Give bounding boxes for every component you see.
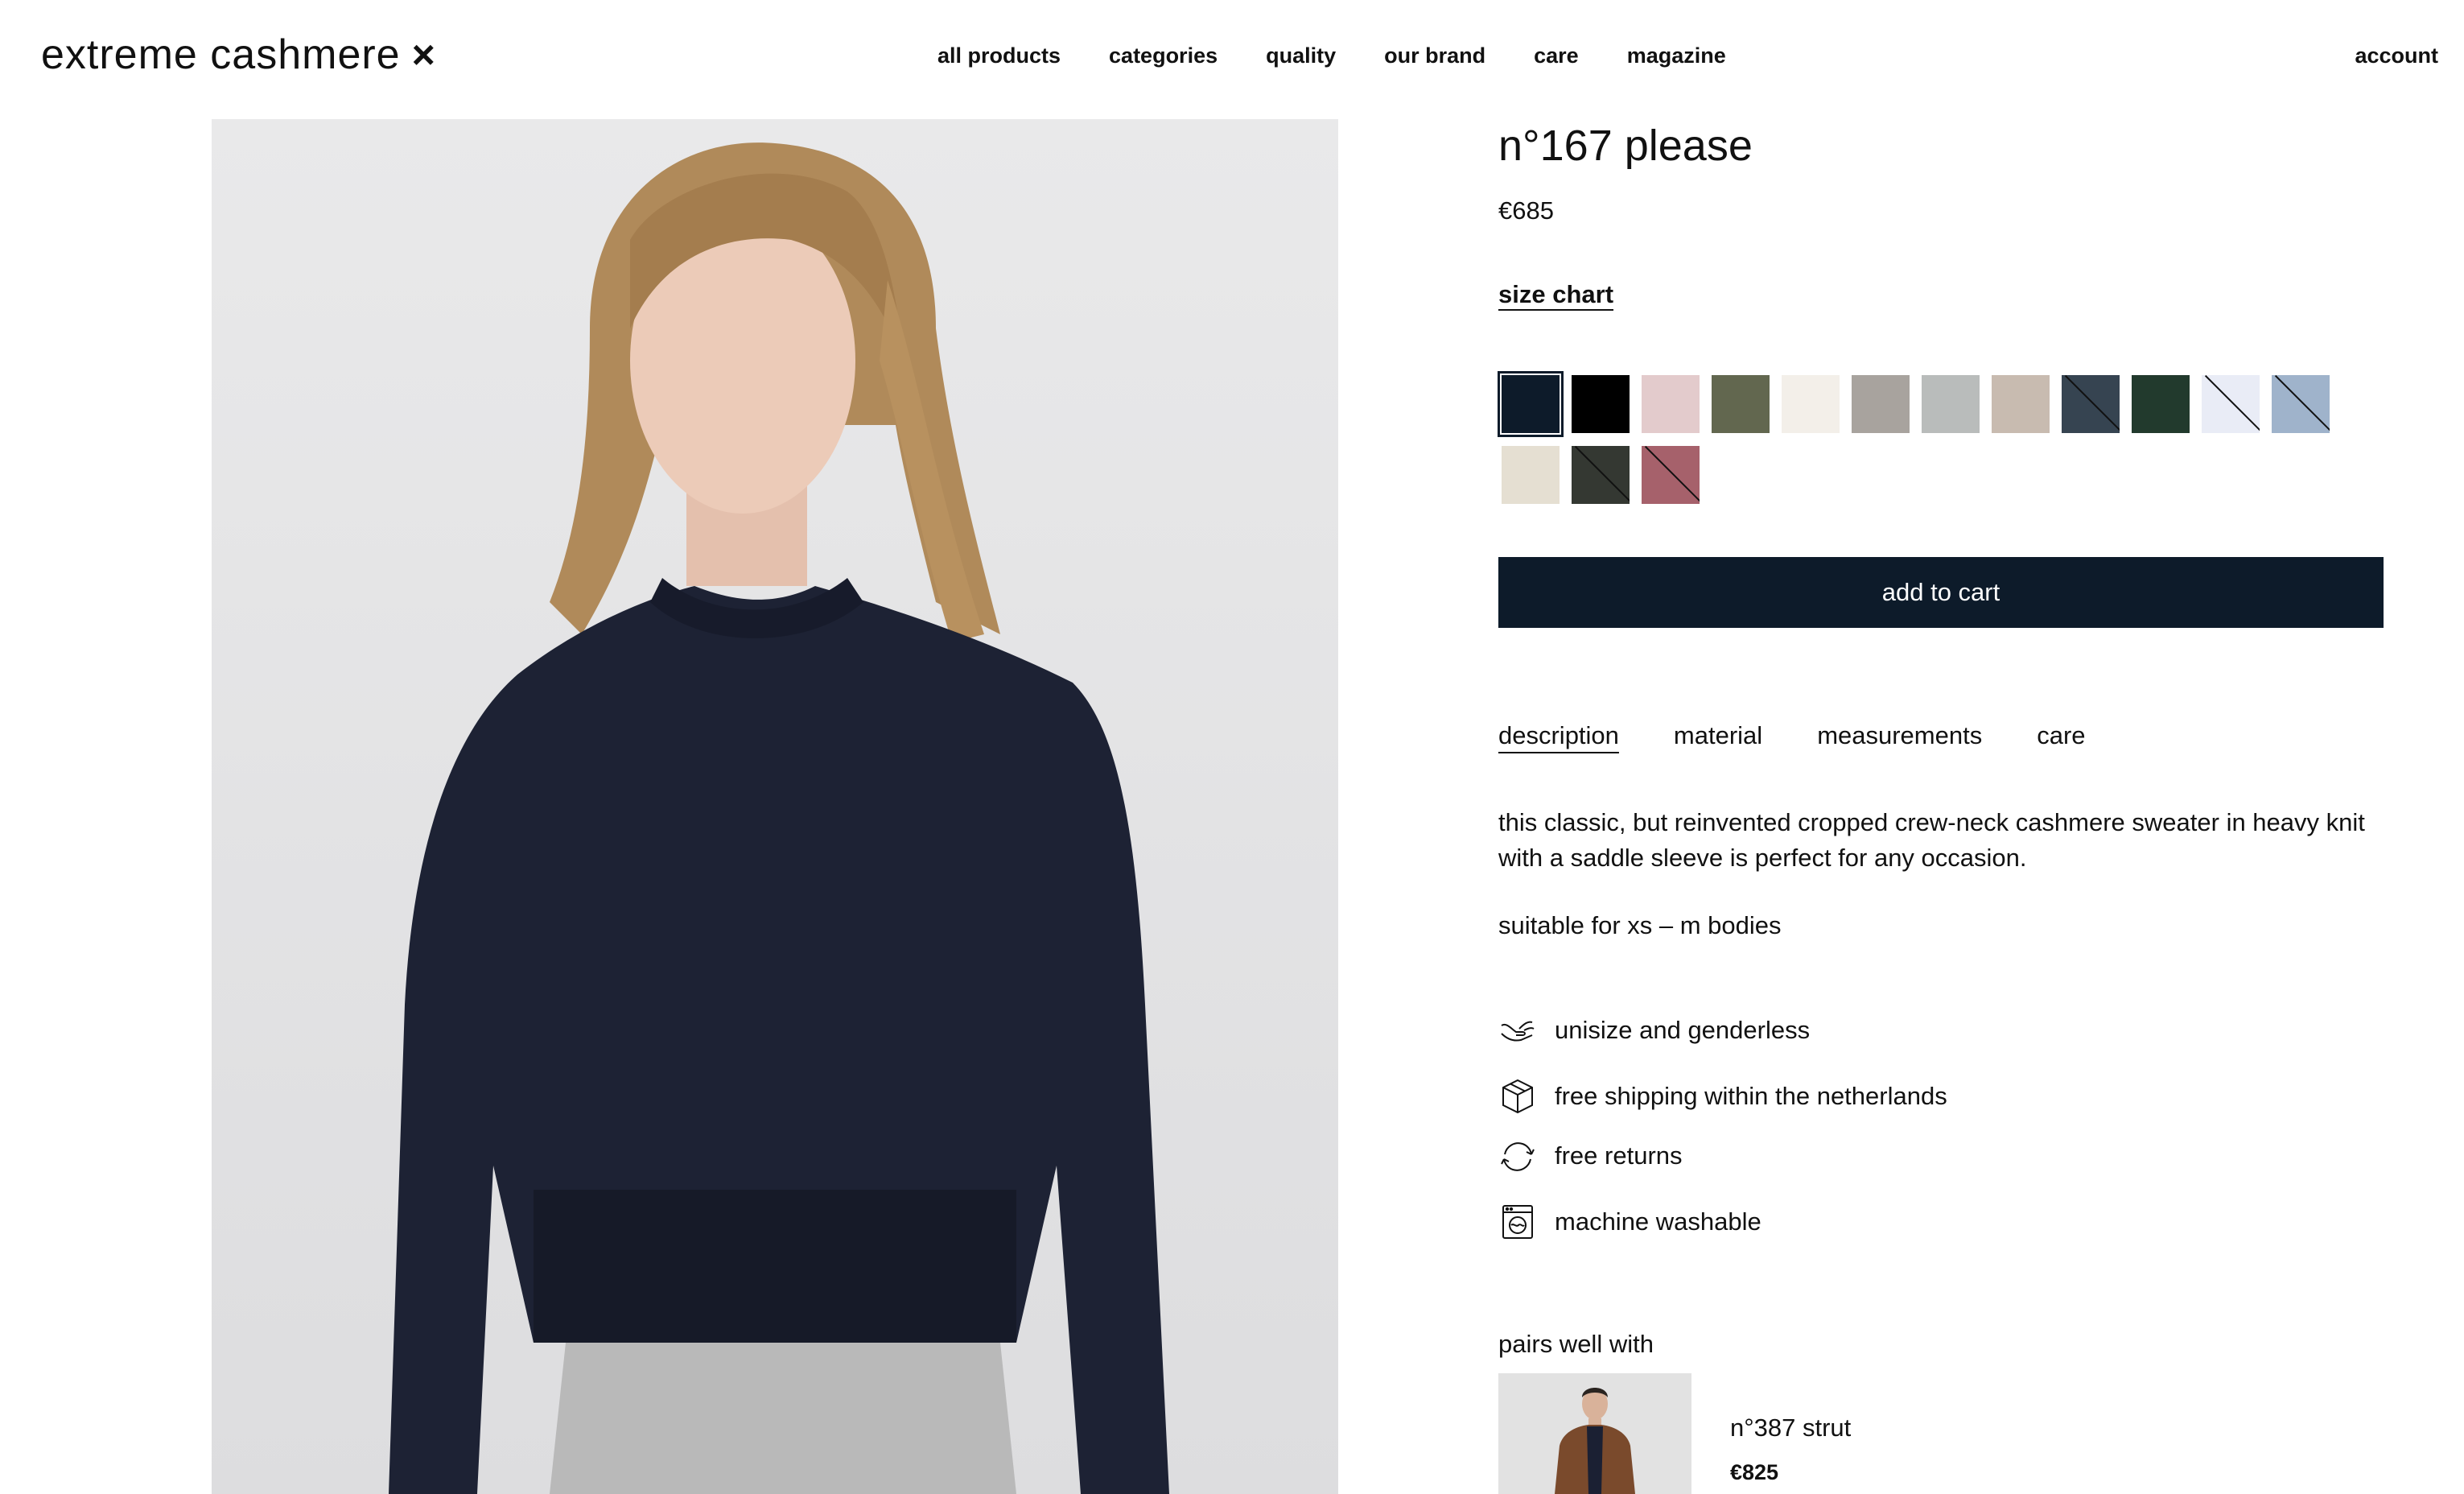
logo-text: extreme cashmere: [41, 31, 401, 78]
color-swatch[interactable]: [1712, 375, 1770, 433]
color-swatch[interactable]: [1498, 371, 1564, 437]
feature-label: free shipping within the netherlands: [1555, 1082, 1947, 1110]
color-swatch[interactable]: [2202, 375, 2260, 433]
tab-material[interactable]: material: [1674, 721, 1762, 750]
unavailable-slash: [2064, 375, 2120, 433]
tab-measurements[interactable]: measurements: [1817, 721, 1982, 750]
logo-mark: ×: [411, 32, 436, 77]
unavailable-slash: [1644, 446, 1700, 504]
site-header: extreme cashmere × all products categori…: [0, 0, 2464, 118]
color-swatch[interactable]: [1572, 446, 1630, 504]
color-swatch[interactable]: [2132, 375, 2190, 433]
unavailable-slash: [2274, 375, 2330, 433]
product-price: €685: [1498, 196, 1554, 225]
feature-label: free returns: [1555, 1141, 1683, 1170]
color-swatch[interactable]: [1782, 375, 1840, 433]
model-illustration: [389, 142, 1169, 1494]
feature-label: machine washable: [1555, 1207, 1761, 1236]
color-swatch[interactable]: [2062, 375, 2120, 433]
feature-label: unisize and genderless: [1555, 1016, 1811, 1044]
color-swatch[interactable]: [2272, 375, 2330, 433]
nav-item-categories[interactable]: categories: [1109, 43, 1218, 68]
feature-item: free returns: [1498, 1137, 1683, 1175]
nav-item-all-products[interactable]: all products: [937, 43, 1061, 68]
color-swatch[interactable]: [1922, 375, 1980, 433]
size-chart-link[interactable]: size chart: [1498, 280, 1613, 309]
pair-product-illustration: [1498, 1373, 1691, 1494]
unavailable-slash: [1574, 446, 1630, 504]
color-swatch[interactable]: [1992, 375, 2050, 433]
refresh-icon: [1498, 1137, 1537, 1175]
color-swatch[interactable]: [1642, 446, 1700, 504]
main-nav: all products categories quality our bran…: [937, 43, 1774, 68]
brand-logo[interactable]: extreme cashmere ×: [41, 31, 436, 79]
nav-item-magazine[interactable]: magazine: [1627, 43, 1726, 68]
unavailable-slash: [2204, 375, 2260, 433]
pair-product-thumbnail[interactable]: [1498, 1373, 1691, 1494]
account-link[interactable]: account: [2355, 43, 2438, 68]
pair-product-price: €825: [1730, 1460, 1779, 1484]
nav-item-quality[interactable]: quality: [1266, 43, 1336, 68]
tab-description[interactable]: description: [1498, 721, 1619, 750]
product-title: n°167 please: [1498, 122, 1753, 170]
product-photo[interactable]: [212, 119, 1338, 1494]
feature-item: unisize and genderless: [1498, 1011, 1810, 1050]
color-swatch[interactable]: [1642, 375, 1700, 433]
nav-item-care[interactable]: care: [1534, 43, 1579, 68]
product-description: this classic, but reinvented cropped cre…: [1498, 808, 2365, 872]
add-to-cart-button[interactable]: add to cart: [1498, 557, 2384, 628]
color-swatch[interactable]: [1572, 375, 1630, 433]
color-swatch[interactable]: [1852, 375, 1910, 433]
feature-item: free shipping within the netherlands: [1498, 1077, 1947, 1116]
color-swatch[interactable]: [1502, 446, 1560, 504]
washing-machine-icon: [1498, 1203, 1537, 1241]
box-icon: [1498, 1077, 1537, 1116]
tab-care[interactable]: care: [2037, 721, 2085, 750]
hands-icon: [1498, 1011, 1537, 1050]
product-tabs: description material measurements care: [1498, 721, 2141, 750]
suitable-sizes: suitable for xs – m bodies: [1498, 911, 1782, 939]
feature-item: machine washable: [1498, 1203, 1761, 1241]
pairs-well-title: pairs well with: [1498, 1330, 1654, 1358]
pair-product-name[interactable]: n°387 strut: [1730, 1414, 1851, 1442]
nav-item-our-brand[interactable]: our brand: [1384, 43, 1485, 68]
